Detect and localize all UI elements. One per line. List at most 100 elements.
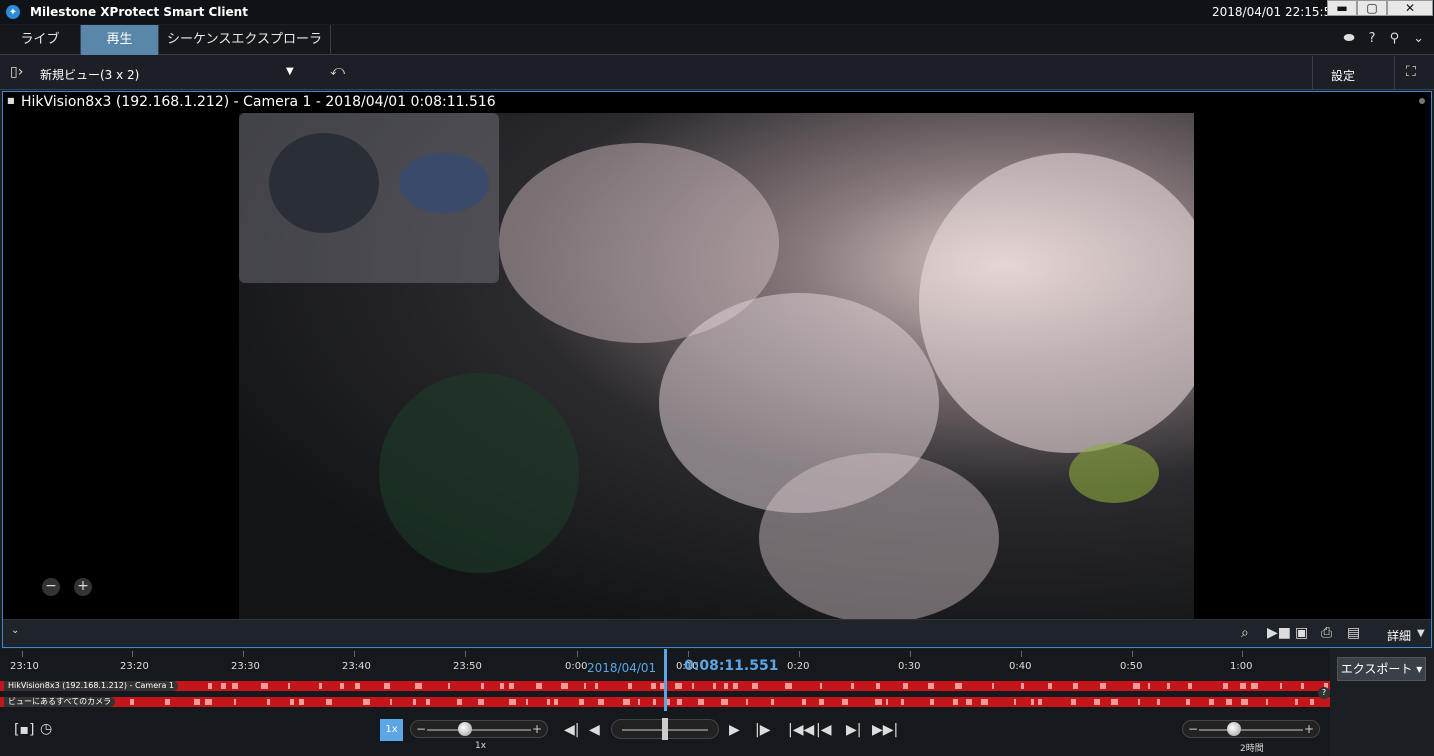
recording-segment	[130, 699, 134, 705]
export-button[interactable]: エクスポート ▾	[1337, 657, 1426, 681]
recording-segment	[526, 699, 528, 705]
recording-segment	[1240, 683, 1246, 689]
recording-segment	[903, 683, 908, 689]
recording-segment	[584, 683, 586, 689]
print-icon[interactable]: ⎙	[1321, 625, 1332, 641]
previous-sequence-icon[interactable]: |◀	[816, 722, 831, 738]
timeline-tick-label: 23:30	[231, 661, 260, 672]
play-icon[interactable]: ▶	[729, 722, 740, 738]
settings-button[interactable]: 設定	[1331, 67, 1355, 84]
recording-segment	[1209, 699, 1214, 705]
recording-segment	[413, 699, 416, 705]
caret-down-icon[interactable]: ▼	[286, 66, 294, 77]
recording-segment	[1133, 683, 1140, 689]
clock-icon[interactable]: ◷	[40, 721, 52, 737]
select-area-icon[interactable]: [▪]	[14, 722, 34, 738]
timespan-label: 2時間	[1240, 744, 1264, 754]
plus-icon[interactable]: +	[1304, 721, 1314, 737]
step-forward-icon[interactable]: |▶	[755, 722, 770, 738]
timeline-tick-mark	[799, 651, 800, 657]
timeline-tick-mark	[354, 651, 355, 657]
timeline-cursor[interactable]	[664, 649, 667, 711]
camera-view-pane[interactable]: ■ HikVision8x3 (192.168.1.212) - Camera …	[2, 91, 1432, 648]
timeline-tick-label: 23:50	[453, 661, 482, 672]
pane-toggle-icon[interactable]: ▯›	[10, 64, 23, 80]
minus-icon[interactable]: −	[1188, 721, 1198, 737]
recording-segment	[1111, 699, 1118, 705]
chevron-down-icon[interactable]: ▼	[1417, 628, 1425, 639]
slider-knob[interactable]	[1227, 722, 1241, 736]
recording-segment	[547, 699, 550, 705]
recording-segment	[1280, 683, 1282, 689]
fullscreen-icon[interactable]: ⛶	[1406, 64, 1416, 80]
recording-segment	[384, 683, 390, 689]
tab-playback[interactable]: 再生	[81, 25, 159, 55]
chevron-down-icon[interactable]: ⌄	[1413, 31, 1424, 46]
recording-segment	[746, 699, 748, 705]
first-sequence-icon[interactable]: |◀◀	[788, 722, 814, 738]
recording-segment	[595, 683, 598, 689]
recording-segment	[299, 699, 304, 705]
speed-button[interactable]: 1x	[380, 719, 403, 741]
help-icon[interactable]: ?	[1369, 31, 1376, 46]
recording-segment	[457, 699, 462, 705]
key-icon[interactable]: ⚲	[1390, 31, 1400, 46]
timeline-tick-mark	[22, 651, 23, 657]
recording-segment	[1014, 699, 1016, 705]
recording-segment	[677, 699, 682, 705]
recording-segment	[579, 699, 584, 705]
detail-button[interactable]: 詳細	[1387, 627, 1411, 644]
video-frame[interactable]	[239, 113, 1194, 620]
recording-segment	[953, 699, 958, 705]
timeline-tick-label: 23:10	[10, 661, 39, 672]
timespan-slider[interactable]: − +	[1182, 720, 1320, 738]
recording-segment	[1266, 699, 1268, 705]
recording-segment	[261, 683, 268, 689]
slider-knob[interactable]	[458, 722, 472, 736]
recording-segment	[955, 683, 962, 689]
timeline[interactable]: 23:10 23:20 23:30 23:40 23:50 0:00 0:10 0:20 0:3…	[0, 649, 1340, 711]
undo-icon[interactable]: ⤺	[330, 63, 345, 79]
recording-segment	[426, 699, 430, 705]
chevron-down-icon[interactable]: ⌄	[11, 625, 19, 636]
clipboard-icon[interactable]: ▤	[1347, 625, 1360, 641]
next-sequence-icon[interactable]: ▶|	[846, 722, 861, 738]
jog-knob[interactable]	[662, 718, 668, 740]
recording-segment	[536, 683, 542, 689]
play-reverse-icon[interactable]: ◀	[589, 722, 600, 738]
zoom-in-button[interactable]: +	[74, 578, 92, 596]
zoom-out-button[interactable]: −	[42, 578, 60, 596]
help-icon[interactable]: ?	[1318, 687, 1330, 699]
recording-segment	[1048, 683, 1052, 689]
search-frame-icon[interactable]: ⌕	[1241, 625, 1249, 641]
speed-slider[interactable]: − +	[410, 720, 548, 738]
recording-segment	[819, 699, 824, 705]
recording-segment	[390, 699, 392, 705]
timeline-tick-label: 0:00	[565, 661, 588, 672]
recording-segment	[1073, 683, 1078, 689]
timeline-tick-label: 0:50	[1120, 661, 1143, 672]
recording-segment	[267, 699, 270, 705]
maximize-button[interactable]: ▢	[1357, 0, 1387, 16]
save-icon[interactable]: ▣	[1295, 625, 1308, 641]
plus-icon[interactable]: +	[532, 721, 542, 737]
close-button[interactable]: ✕	[1387, 0, 1433, 16]
recording-segment	[724, 683, 728, 689]
step-back-icon[interactable]: ◀|	[564, 722, 579, 738]
recording-segment	[752, 683, 758, 689]
jog-slider[interactable]	[611, 718, 719, 740]
minimize-button[interactable]: ▬	[1327, 0, 1357, 16]
recording-segment	[208, 683, 212, 689]
minus-icon[interactable]: −	[416, 721, 426, 737]
view-selector[interactable]: 新規ビュー(3 x 2)	[40, 66, 139, 83]
recording-segment	[205, 699, 212, 705]
recording-segment	[598, 699, 604, 705]
recording-segment	[234, 699, 236, 705]
status-dot	[1419, 98, 1425, 104]
recording-segment	[785, 683, 792, 689]
tab-sequence-explorer[interactable]: シーケンスエクスプローラ	[159, 25, 331, 55]
status-icon[interactable]: ⬬	[1344, 31, 1355, 46]
last-sequence-icon[interactable]: ▶▶|	[872, 722, 898, 738]
camera-icon[interactable]: ▶■	[1267, 625, 1291, 641]
tab-live[interactable]: ライブ	[0, 25, 81, 55]
